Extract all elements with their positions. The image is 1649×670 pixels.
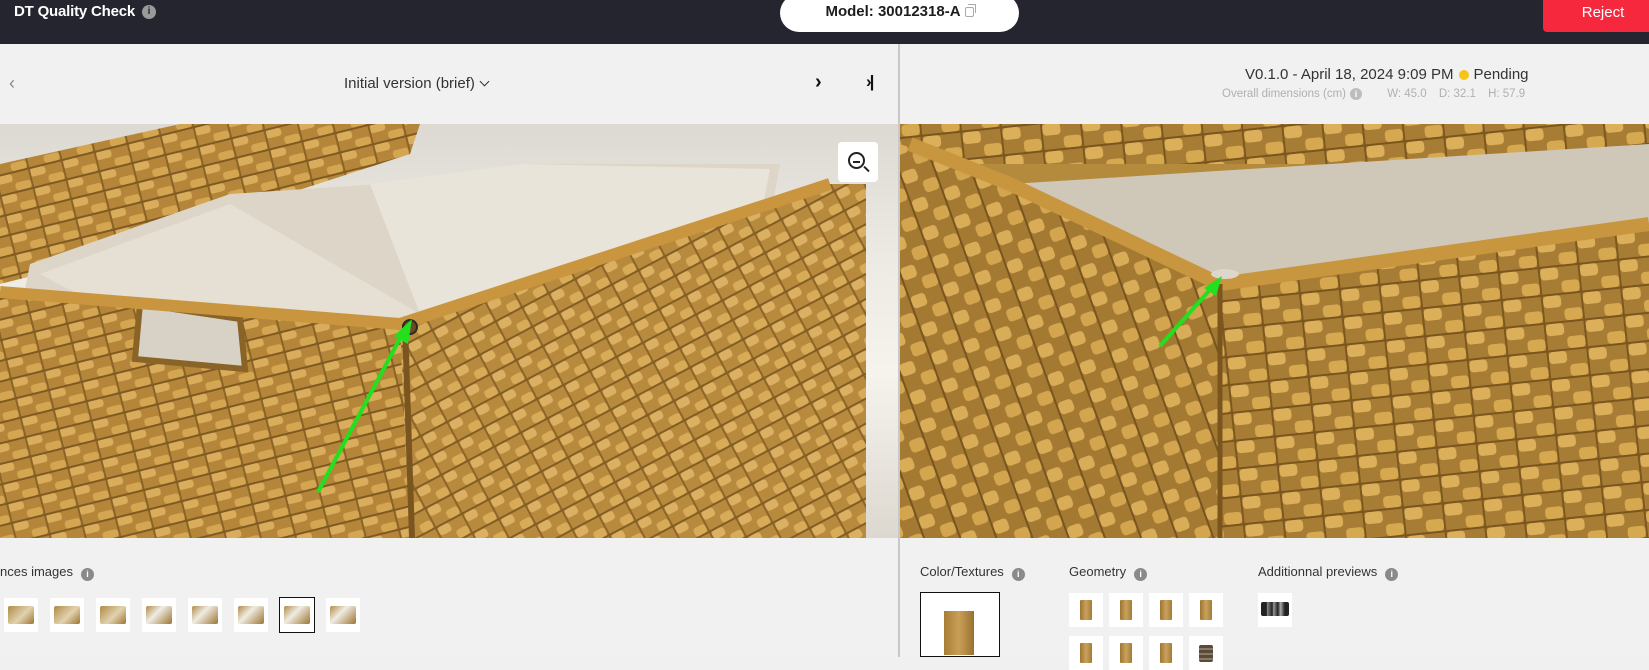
info-icon[interactable]: i	[80, 568, 94, 581]
color-textures-text: Color/Textures	[920, 564, 1004, 579]
model-pill: Model: 30012318-A	[780, 0, 1019, 32]
additional-previews-label: Additionnal previews i	[1258, 564, 1399, 581]
model-render[interactable]	[900, 124, 1649, 538]
additional-preview-thumb[interactable]	[1258, 593, 1292, 627]
info-icon[interactable]: i	[1385, 568, 1399, 581]
info-icon[interactable]: i	[1349, 88, 1362, 100]
version-select[interactable]: Initial version (brief)	[344, 75, 490, 92]
geometry-thumb[interactable]	[1189, 636, 1223, 670]
reject-button[interactable]: Reject	[1543, 0, 1649, 32]
model-label: Model: 30012318-A	[825, 3, 961, 20]
width-value: W: 45.0	[1387, 88, 1427, 101]
reference-image[interactable]	[0, 124, 898, 538]
reference-thumb[interactable]	[326, 598, 360, 632]
reference-thumb[interactable]	[188, 598, 222, 632]
dimensions-label: Overall dimensions (cm)	[1222, 88, 1346, 101]
chevron-left-icon[interactable]: ‹	[9, 73, 15, 94]
app-title: DT Quality Check	[14, 3, 135, 20]
color-texture-thumb[interactable]	[920, 592, 1000, 657]
version-info: V0.1.0 - April 18, 2024 9:09 PM Pending	[1245, 66, 1529, 83]
geometry-thumb[interactable]	[1109, 636, 1143, 670]
geometry-thumb[interactable]	[1069, 636, 1103, 670]
reference-thumb[interactable]	[50, 598, 84, 632]
chevron-down-icon	[479, 76, 490, 87]
geometry-thumb[interactable]	[1189, 593, 1223, 627]
geometry-thumb[interactable]	[1069, 593, 1103, 627]
reference-panel: ‹ Initial version (brief) › ›| nces imag…	[0, 44, 898, 657]
model-panel: V0.1.0 - April 18, 2024 9:09 PM Pending O…	[900, 44, 1649, 670]
reference-thumb[interactable]	[142, 598, 176, 632]
copy-icon[interactable]	[964, 4, 976, 17]
top-bar: DT Quality Check i Model: 30012318-A Rej…	[0, 0, 1649, 44]
reference-thumb[interactable]	[4, 598, 38, 632]
additional-previews-text: Additionnal previews	[1258, 564, 1378, 579]
reference-thumb-selected[interactable]	[279, 597, 315, 633]
dimensions: Overall dimensions (cm) i W: 45.0 D: 32.1…	[1222, 88, 1534, 100]
geometry-label: Geometry i	[1069, 564, 1148, 581]
references-label: nces images i	[0, 564, 94, 581]
geometry-thumb[interactable]	[1149, 593, 1183, 627]
height-value: H: 57.9	[1488, 88, 1526, 101]
references-label-text: nces images	[0, 564, 73, 579]
info-icon[interactable]: i	[142, 5, 156, 19]
reference-thumb[interactable]	[234, 598, 268, 632]
reference-photo	[0, 124, 866, 538]
geometry-thumb[interactable]	[1149, 636, 1183, 670]
zoom-out-button[interactable]	[838, 142, 878, 182]
model-render-image	[900, 124, 1649, 538]
reference-thumb[interactable]	[96, 598, 130, 632]
depth-value: D: 32.1	[1438, 88, 1476, 101]
status-dot	[1459, 69, 1470, 80]
version-label: V0.1.0 - April 18, 2024 9:09 PM	[1245, 66, 1454, 83]
info-icon[interactable]: i	[1134, 568, 1148, 581]
geometry-text: Geometry	[1069, 564, 1127, 579]
info-icon[interactable]: i	[1011, 568, 1025, 581]
version-select-label: Initial version (brief)	[344, 75, 475, 92]
chevron-right-icon[interactable]: ›	[815, 71, 822, 94]
geometry-thumb[interactable]	[1109, 593, 1143, 627]
color-textures-label: Color/Textures i	[920, 564, 1025, 581]
skip-to-end-icon[interactable]: ›|	[866, 72, 875, 92]
status-label: Pending	[1473, 66, 1529, 83]
